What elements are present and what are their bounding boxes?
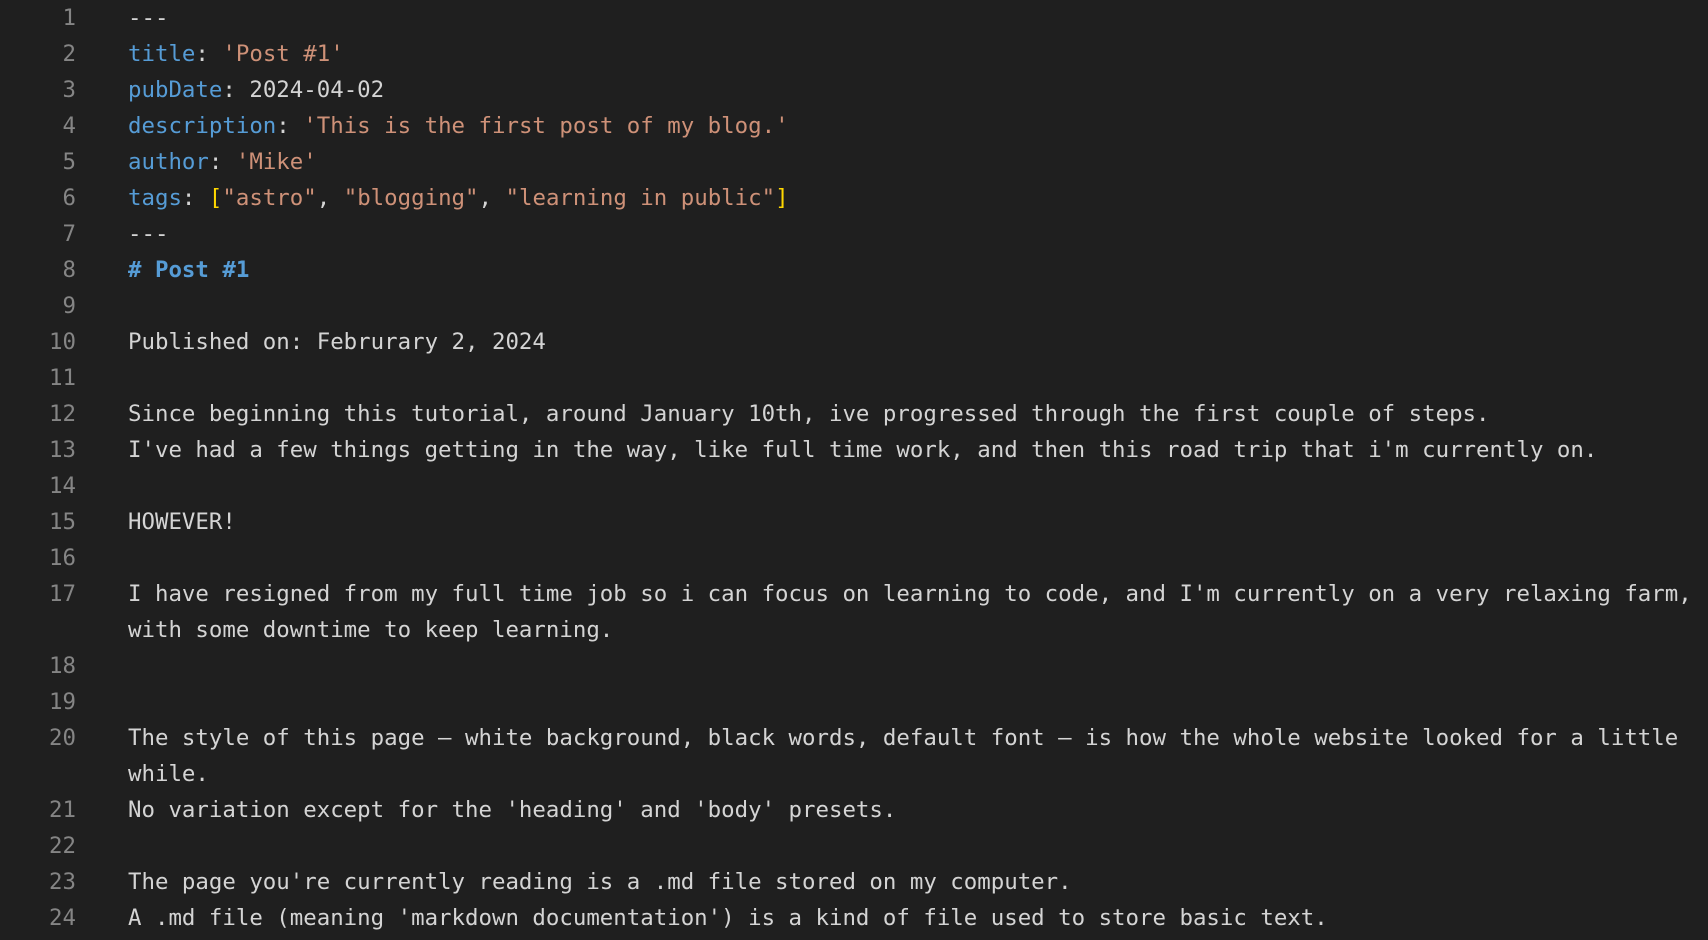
- editor-line[interactable]: 22: [0, 828, 1708, 864]
- yaml-entry: description: 'This is the first post of …: [128, 108, 1708, 144]
- yaml-entry: tags: ["astro", "blogging", "learning in…: [128, 180, 1708, 216]
- line-text: I've had a few things getting in the way…: [128, 437, 1598, 463]
- line-number: 10: [49, 329, 76, 355]
- line-text: The style of this page – white backgroun…: [128, 725, 1692, 787]
- line-number: 23: [49, 869, 76, 895]
- line-number: 14: [49, 473, 76, 499]
- editor-line[interactable]: 19: [0, 684, 1708, 720]
- bracket-close: ]: [775, 185, 789, 211]
- line-number: 7: [62, 221, 76, 247]
- yaml-key: title: [128, 41, 196, 67]
- frontmatter-delimiter: ---: [128, 5, 169, 31]
- line-number: 19: [49, 689, 76, 715]
- frontmatter-delimiter: ---: [128, 221, 169, 247]
- editor-line[interactable]: 6 tags: ["astro", "blogging", "learning …: [0, 180, 1708, 216]
- tag-value: "astro": [222, 185, 317, 211]
- yaml-key: tags: [128, 185, 182, 211]
- editor-line[interactable]: 16: [0, 540, 1708, 576]
- editor-line[interactable]: 14: [0, 468, 1708, 504]
- line-number: 5: [62, 149, 76, 175]
- line-number: 2: [62, 41, 76, 67]
- yaml-separator: :: [195, 41, 223, 67]
- editor-line[interactable]: 15 HOWEVER!: [0, 504, 1708, 540]
- yaml-entry: title: 'Post #1': [128, 36, 1708, 72]
- editor-line[interactable]: 18: [0, 648, 1708, 684]
- markdown-heading: # Post #1: [128, 257, 250, 283]
- bracket-open: [: [208, 185, 223, 211]
- line-number: 12: [49, 401, 76, 427]
- line-number: 16: [49, 545, 76, 571]
- line-text: No variation except for the 'heading' an…: [128, 797, 897, 823]
- editor-line[interactable]: 13 I've had a few things getting in the …: [0, 432, 1708, 468]
- yaml-value: 'Mike': [235, 149, 317, 175]
- line-text: I have resigned from my full time job so…: [128, 581, 1706, 643]
- line-text: The page you're currently reading is a .…: [128, 869, 1072, 895]
- line-number: 24: [49, 905, 76, 931]
- line-number: 11: [49, 365, 76, 391]
- yaml-entry: pubDate: 2024-04-02: [128, 72, 1708, 108]
- line-number: 8: [62, 257, 76, 283]
- line-number: 13: [49, 437, 76, 463]
- editor-line[interactable]: 5 author: 'Mike': [0, 144, 1708, 180]
- editor-line[interactable]: 17 I have resigned from my full time job…: [0, 576, 1708, 648]
- editor-line[interactable]: 1 ---: [0, 0, 1708, 36]
- comma: ,: [316, 185, 344, 211]
- line-text: Published on: Februrary 2, 2024: [128, 329, 546, 355]
- yaml-value: 'This is the first post of my blog.': [303, 113, 789, 139]
- line-number: 9: [62, 293, 76, 319]
- editor-line[interactable]: 7 ---: [0, 216, 1708, 252]
- editor-line[interactable]: 24 A .md file (meaning 'markdown documen…: [0, 900, 1708, 936]
- yaml-separator: :: [208, 149, 236, 175]
- editor-line[interactable]: 8 # Post #1: [0, 252, 1708, 288]
- line-text: A .md file (meaning 'markdown documentat…: [128, 905, 1328, 931]
- editor-line[interactable]: 4 description: 'This is the first post o…: [0, 108, 1708, 144]
- line-number: 22: [49, 833, 76, 859]
- tag-value: "blogging": [343, 185, 479, 211]
- line-number: 21: [49, 797, 76, 823]
- line-number: 3: [62, 77, 76, 103]
- line-number: 1: [62, 5, 76, 31]
- yaml-separator: :: [181, 185, 209, 211]
- yaml-key: author: [128, 149, 209, 175]
- line-number: 20: [49, 725, 76, 751]
- yaml-separator: :: [222, 77, 250, 103]
- editor-line[interactable]: 23 The page you're currently reading is …: [0, 864, 1708, 900]
- editor-line[interactable]: 12 Since beginning this tutorial, around…: [0, 396, 1708, 432]
- editor-line[interactable]: 10 Published on: Februrary 2, 2024: [0, 324, 1708, 360]
- tag-value: "learning in public": [505, 185, 776, 211]
- code-editor[interactable]: 1 --- 2 title: 'Post #1' 3 pubDate: 2024…: [0, 0, 1708, 940]
- line-text: Since beginning this tutorial, around Ja…: [128, 401, 1490, 427]
- yaml-key: pubDate: [128, 77, 223, 103]
- editor-line[interactable]: 20 The style of this page – white backgr…: [0, 720, 1708, 792]
- yaml-value: 2024-04-02: [249, 77, 385, 103]
- line-number: 6: [62, 185, 76, 211]
- yaml-entry: author: 'Mike': [128, 144, 1708, 180]
- line-number: 15: [49, 509, 76, 535]
- line-number: 18: [49, 653, 76, 679]
- editor-line[interactable]: 11: [0, 360, 1708, 396]
- yaml-key: description: [128, 113, 277, 139]
- editor-line[interactable]: 21 No variation except for the 'heading'…: [0, 792, 1708, 828]
- yaml-separator: :: [276, 113, 304, 139]
- line-number: 4: [62, 113, 76, 139]
- editor-line[interactable]: 2 title: 'Post #1': [0, 36, 1708, 72]
- yaml-value: 'Post #1': [222, 41, 344, 67]
- line-text: HOWEVER!: [128, 509, 236, 535]
- editor-line[interactable]: 3 pubDate: 2024-04-02: [0, 72, 1708, 108]
- line-number: 17: [49, 581, 76, 607]
- comma: ,: [478, 185, 506, 211]
- editor-line[interactable]: 9: [0, 288, 1708, 324]
